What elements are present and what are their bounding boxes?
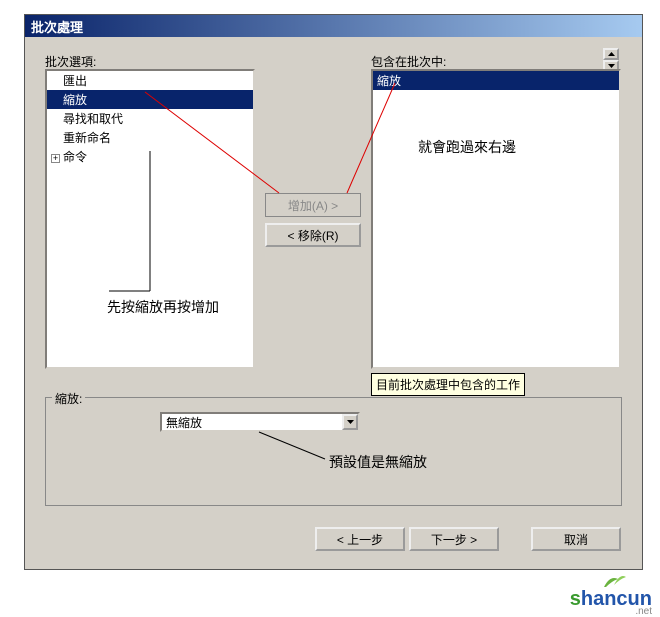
tooltip: 目前批次處理中包含的工作 xyxy=(371,373,525,396)
list-item-label: 命令 xyxy=(63,150,87,164)
annotation-bottom: 預設值是無縮放 xyxy=(329,452,427,472)
remove-button-label: < 移除(R) xyxy=(287,227,338,244)
scale-combo[interactable]: 無縮放 xyxy=(160,412,360,432)
titlebar: 批次處理 xyxy=(25,15,642,37)
back-button[interactable]: < 上一步 xyxy=(315,527,405,551)
add-button[interactable]: 增加(A) > xyxy=(265,193,361,217)
annotation-left: 先按縮放再按增加 xyxy=(107,297,219,317)
back-button-label: < 上一步 xyxy=(337,531,383,548)
list-item[interactable]: 重新命名 xyxy=(47,128,253,147)
watermark-leaf-icon xyxy=(600,571,628,589)
chevron-down-icon xyxy=(347,420,354,424)
plus-icon[interactable]: + xyxy=(51,154,60,163)
list-item[interactable]: 匯出 xyxy=(47,71,253,90)
watermark-sub: .net xyxy=(635,606,652,617)
next-button[interactable]: 下一步 > xyxy=(409,527,499,551)
list-item-expandable[interactable]: +命令 xyxy=(47,147,253,166)
next-button-label: 下一步 > xyxy=(431,531,477,548)
list-item[interactable]: 尋找和取代 xyxy=(47,109,253,128)
move-up-button[interactable] xyxy=(603,48,619,60)
tooltip-text: 目前批次處理中包含的工作 xyxy=(376,378,520,392)
remove-button[interactable]: < 移除(R) xyxy=(265,223,361,247)
list-item[interactable]: 縮放 xyxy=(47,90,253,109)
combo-value: 無縮放 xyxy=(162,413,342,432)
window-title: 批次處理 xyxy=(31,17,83,36)
cancel-button-label: 取消 xyxy=(564,531,588,548)
options-label: 批次選項: xyxy=(45,53,96,70)
options-listbox[interactable]: 匯出 縮放 尋找和取代 重新命名 +命令 xyxy=(45,69,255,369)
batch-dialog: 批次處理 批次選項: 包含在批次中: 匯出 縮放 尋找和取代 重新命名 +命令 … xyxy=(24,14,643,570)
included-listbox[interactable]: 縮放 xyxy=(371,69,621,369)
cancel-button[interactable]: 取消 xyxy=(531,527,621,551)
included-label: 包含在批次中: xyxy=(371,53,446,70)
add-button-label: 增加(A) > xyxy=(288,197,338,214)
watermark-s: s xyxy=(570,588,581,610)
list-item[interactable]: 縮放 xyxy=(373,71,619,90)
annotation-right: 就會跑過來右邊 xyxy=(418,137,516,157)
groupbox-label: 縮放: xyxy=(52,390,85,407)
dialog-body: 批次選項: 包含在批次中: 匯出 縮放 尋找和取代 重新命名 +命令 縮放 增加… xyxy=(25,37,642,569)
combo-dropdown-button[interactable] xyxy=(342,414,358,430)
